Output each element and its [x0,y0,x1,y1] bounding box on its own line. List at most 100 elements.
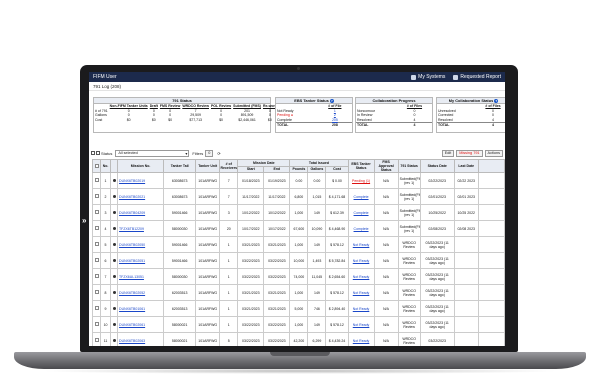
table-row[interactable]: 2 DUNX6TB02021 63008673 101ARFWG 7 11/17/2022… [91,188,505,205]
row-checkbox[interactable] [91,188,102,205]
filters-count[interactable]: 0 [205,149,214,157]
status-label: Status [101,150,113,156]
col-unit[interactable]: Tanker Unit [195,159,221,173]
row-flag [110,332,119,346]
mission-link[interactable]: TFZX6UL13051 [117,268,165,285]
mission-link[interactable]: DUNX6TB01061 [117,300,165,317]
table-row[interactable]: 1 DUNX6TB02019 63008673 101ARFWG 7 01/18/2023… [91,172,505,189]
start-date: 10/17/2022 [237,220,265,237]
actions-button[interactable]: Actions [484,149,503,157]
cost: $ 612.39 [325,204,349,221]
row-checkbox[interactable] [91,268,102,285]
start-date: 03/22/2023 [237,252,265,269]
status-791: WRDCO Review [397,332,421,346]
row-checkbox[interactable] [91,252,102,269]
edit-button[interactable]: Edit [441,149,455,157]
tanker-tail: 59001466 [163,252,197,269]
pounds: 10,000 [289,252,309,269]
filters-label[interactable]: Filters [192,151,203,156]
missing-791-button[interactable]: Missing 791 [456,149,483,157]
refresh-icon[interactable]: ⟳ [217,151,220,156]
col-mission[interactable]: Mission No. [117,159,165,173]
ebs-status-link[interactable]: Complete [347,204,375,221]
row-checkbox[interactable] [91,300,102,317]
panel-total-row: TOTAL 4 [437,122,505,128]
row-checkbox[interactable] [91,172,102,189]
tanker-tail: 62003513 [163,300,197,317]
table-row[interactable]: 8 DUNX6TB02052 62003513 101ARFWG 1 03/21/2023… [91,284,505,301]
table-row[interactable]: 5 DUNX6TB02050 59001466 101ARFWG 1 03/21/2023… [91,236,505,253]
col-791-status[interactable]: 791 Status [397,159,421,173]
mission-link[interactable]: DUNX6TB02063 [117,332,165,346]
ebs-status-link[interactable]: Not Ready [347,316,375,333]
status-date: 02/08/2023 [419,220,455,237]
mission-link[interactable]: DUNX6TB02050 [117,236,165,253]
help-icon[interactable]: ? [494,99,499,103]
column-icon[interactable] [91,151,95,155]
table-row[interactable]: 6 DUNX6TB02051 59001466 101ARFWG 1 03/22/2023… [91,252,505,269]
mission-link[interactable]: DUNX6TB02052 [117,284,165,301]
end-date: 10/17/2022 [263,220,291,237]
panel-total-row: TOTAL 208 [276,122,352,128]
row-no: 3 [100,204,112,221]
mission-link[interactable]: DUNX6TB02021 [117,188,165,205]
table-mycollab: # of Files Unresolved 0 Corrected 0 Resolved 4… [437,104,505,128]
table-791: Non-FIFM Tanker Units Draft FMS Review WRDC… [94,104,297,122]
ebs-status-link[interactable]: Complete [347,220,375,237]
end-date: 03/22/2023 [263,332,291,346]
select-all-header[interactable] [91,159,102,173]
table-row[interactable]: 10 DUNX6TB02061 58000021 101ARFWG 1 03/22/202… [91,316,505,333]
ebs-status-link[interactable]: Not Ready [347,236,375,253]
gallons: 11,045 [307,268,327,285]
row-checkbox[interactable] [91,332,102,346]
cost: $ 2,894.40 [325,300,349,317]
col-last-date[interactable]: Last Date [453,159,479,173]
requested-report-link[interactable]: Requested Report [453,74,501,80]
table-row[interactable]: 3 DUNX6TB04209 59001466 101ARFWG 3 10/12/2022… [91,204,505,221]
status-791: WRDCO Review [397,284,421,301]
cost: $ 2,654.60 [325,268,349,285]
last-date [453,300,479,317]
ebs-status-link[interactable]: Not Ready [347,268,375,285]
ebs-status-link[interactable]: Not Ready [347,284,375,301]
mission-link[interactable]: DUNX6TB02061 [117,316,165,333]
pounds: 1,000 [289,284,309,301]
table-row[interactable]: 9 DUNX6TB01061 62003513 101ARFWG 1 03/21/2023… [91,300,505,317]
table-row[interactable]: 4 TFZX6TB12209 58000030 101ARFWG 20 10/17/202… [91,220,505,237]
row-checkbox[interactable] [91,316,102,333]
help-icon[interactable]: ? [329,99,334,103]
col-status-date[interactable]: Status Date [419,159,455,173]
my-systems-link[interactable]: My Systems [411,74,445,80]
row-checkbox[interactable] [91,284,102,301]
grid-icon[interactable] [96,151,100,155]
mission-link[interactable]: TFZX6TB12209 [117,220,165,237]
row-no: 11 [100,332,112,346]
table-row[interactable]: 11 DUNX6TB02063 58000021 101ARFWG 5 03/22/202… [91,332,505,346]
ebs-status-link[interactable]: Complete [347,188,375,205]
table-row[interactable]: 7 TFZX6UL13051 58000030 101ARFWG 1 03/22/2023… [91,268,505,285]
col-fms[interactable]: FMS Approval Status [373,159,399,173]
row-flag [110,252,119,269]
p791-header: WRDCO Review [182,104,209,108]
row-checkbox[interactable] [91,236,102,253]
row-checkbox[interactable] [91,220,102,237]
ebs-status-link[interactable]: Not Ready [347,332,375,346]
pounds: 5,000 [289,300,309,317]
mission-link[interactable]: DUNX6TB02019 [117,172,165,189]
p791-cell: $2,446,061 [238,117,256,122]
row-flag [110,204,119,221]
last-date: 02/22 2023 [453,172,479,189]
expand-panel-icon[interactable]: » [82,216,86,225]
ebs-status-link[interactable]: Not Ready [347,252,375,269]
row-no: 10 [100,316,112,333]
col-receivers[interactable]: # of Receivers [219,159,239,173]
row-checkbox[interactable] [91,204,102,221]
last-date [453,316,479,333]
col-ebs[interactable]: EBS Tanker Status [347,159,375,173]
mission-link[interactable]: DUNX6TB02051 [117,252,165,269]
ebs-status-link[interactable]: Not Ready [347,300,375,317]
col-tail[interactable]: Tanker Tail [163,159,197,173]
status-select[interactable]: All selected [115,149,190,157]
ebs-status-link[interactable]: Pending (1) [347,172,375,189]
mission-link[interactable]: DUNX6TB04209 [117,204,165,221]
